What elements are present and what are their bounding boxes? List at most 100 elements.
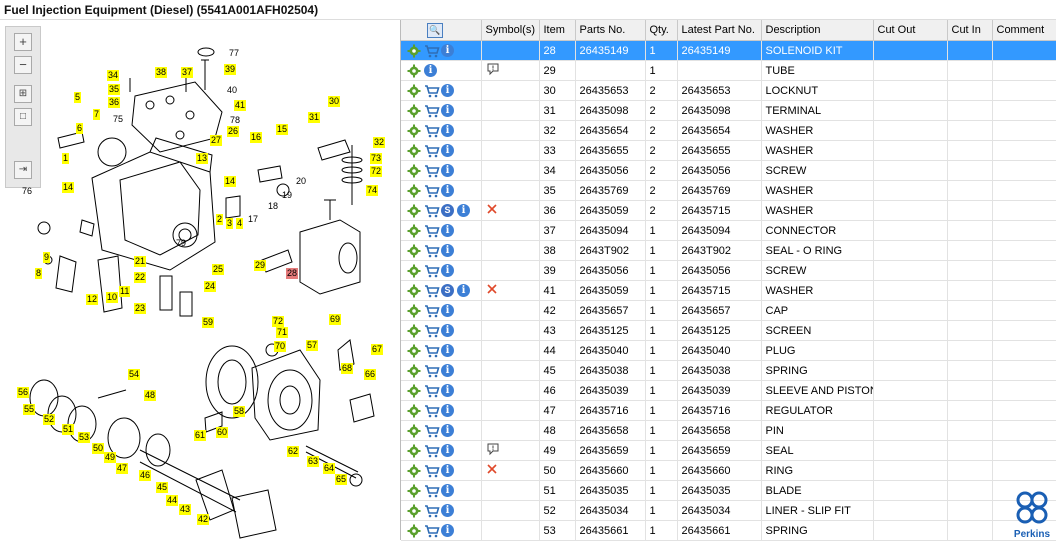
gear-icon[interactable] <box>407 464 421 478</box>
table-row[interactable]: i 34 26435056 2 26435056 SCREW <box>401 160 1056 181</box>
gear-icon[interactable] <box>407 324 421 338</box>
cart-icon[interactable] <box>424 484 440 498</box>
info-icon[interactable]: i <box>441 324 454 337</box>
callout-16[interactable]: 16 <box>250 132 263 143</box>
col-qty[interactable]: Qty. <box>645 20 678 41</box>
cart-icon[interactable] <box>424 344 440 358</box>
col-comment[interactable]: Comment <box>992 20 1056 41</box>
gear-icon[interactable] <box>407 444 421 458</box>
gear-icon[interactable] <box>407 384 421 398</box>
cart-icon[interactable] <box>424 224 440 238</box>
callout-27[interactable]: 27 <box>210 135 223 146</box>
callout-37[interactable]: 37 <box>181 67 194 78</box>
table-row[interactable]: i 47 26435716 1 26435716 REGULATOR <box>401 400 1056 421</box>
cart-icon[interactable] <box>424 364 440 378</box>
table-row[interactable]: i 52 26435034 1 26435034 LINER - SLIP FIT <box>401 500 1056 521</box>
table-row[interactable]: i 28 26435149 1 26435149 SOLENOID KIT <box>401 40 1056 61</box>
cart-icon[interactable] <box>424 284 440 298</box>
callout-57[interactable]: 57 <box>306 340 319 351</box>
gear-icon[interactable] <box>407 424 421 438</box>
col-parts-no[interactable]: Parts No. <box>575 20 646 41</box>
info-icon[interactable]: i <box>457 204 470 217</box>
callout-14[interactable]: 14 <box>62 182 75 193</box>
info-icon[interactable]: i <box>441 164 454 177</box>
callout-13[interactable]: 13 <box>196 153 209 164</box>
cart-icon[interactable] <box>424 404 440 418</box>
cart-icon[interactable] <box>424 444 440 458</box>
gear-icon[interactable] <box>407 124 421 138</box>
info-icon[interactable]: i <box>441 524 454 537</box>
callout-30[interactable]: 30 <box>328 96 341 107</box>
callout-63[interactable]: 63 <box>307 456 320 467</box>
zoom-out-button[interactable]: − <box>14 56 32 74</box>
col-cut-out[interactable]: Cut Out <box>873 20 948 41</box>
gear-icon[interactable] <box>407 144 421 158</box>
callout-48[interactable]: 48 <box>144 390 157 401</box>
gear-icon[interactable] <box>407 244 421 258</box>
col-actions[interactable]: 🔍 <box>401 20 482 41</box>
info-icon[interactable]: i <box>441 484 454 497</box>
callout-10[interactable]: 10 <box>106 292 119 303</box>
callout-4[interactable]: 4 <box>236 218 244 229</box>
callout-5[interactable]: 5 <box>74 92 82 103</box>
zoom-in-button[interactable]: + <box>14 33 32 51</box>
callout-41[interactable]: 41 <box>234 100 247 111</box>
info-icon[interactable]: i <box>441 304 454 317</box>
collapse-panel-icon[interactable]: ⇥ <box>14 161 32 179</box>
cart-icon[interactable] <box>424 144 440 158</box>
gear-icon[interactable] <box>407 504 421 518</box>
table-row[interactable]: i 39 26435056 1 26435056 SCREW <box>401 260 1056 281</box>
callout-50[interactable]: 50 <box>92 443 105 454</box>
info-icon[interactable]: i <box>441 244 454 257</box>
info-icon[interactable]: i <box>457 284 470 297</box>
callout-29[interactable]: 29 <box>254 260 267 271</box>
gear-icon[interactable] <box>407 204 421 218</box>
info-icon[interactable]: i <box>441 464 454 477</box>
info-icon[interactable]: i <box>424 64 437 77</box>
callout-14[interactable]: 14 <box>224 176 237 187</box>
gear-icon[interactable] <box>407 304 421 318</box>
gear-icon[interactable] <box>407 44 421 58</box>
callout-60[interactable]: 60 <box>216 427 229 438</box>
gear-icon[interactable] <box>407 264 421 278</box>
gear-icon[interactable] <box>407 344 421 358</box>
callout-69[interactable]: 69 <box>329 314 342 325</box>
callout-66[interactable]: 66 <box>364 369 377 380</box>
callout-53[interactable]: 53 <box>78 432 91 443</box>
info-icon[interactable]: i <box>441 224 454 237</box>
callout-65[interactable]: 65 <box>335 474 348 485</box>
table-row[interactable]: i 38 2643T902 1 2643T902 SEAL - O RING <box>401 240 1056 261</box>
cart-icon[interactable] <box>424 104 440 118</box>
table-row[interactable]: i 51 26435035 1 26435035 BLADE <box>401 480 1056 501</box>
callout-46[interactable]: 46 <box>139 470 152 481</box>
table-row[interactable]: i 44 26435040 1 26435040 PLUG <box>401 340 1056 361</box>
table-row[interactable]: i 43 26435125 1 26435125 SCREEN <box>401 320 1056 341</box>
callout-54[interactable]: 54 <box>128 369 141 380</box>
callout-2[interactable]: 2 <box>216 214 224 225</box>
gear-icon[interactable] <box>407 524 421 538</box>
table-row[interactable]: i 45 26435038 1 26435038 SPRING <box>401 360 1056 381</box>
callout-9[interactable]: 9 <box>43 252 51 263</box>
supersession-icon[interactable]: S <box>441 284 454 297</box>
callout-45[interactable]: 45 <box>156 482 169 493</box>
info-icon[interactable]: i <box>441 144 454 157</box>
callout-36[interactable]: 36 <box>108 97 121 108</box>
callout-1[interactable]: 1 <box>62 153 70 164</box>
gear-icon[interactable] <box>407 104 421 118</box>
callout-49[interactable]: 49 <box>104 452 117 463</box>
info-icon[interactable]: i <box>441 504 454 517</box>
callout-26[interactable]: 26 <box>227 126 240 137</box>
callout-70[interactable]: 70 <box>274 341 287 352</box>
table-row[interactable]: i 31 26435098 2 26435098 TERMINAL <box>401 100 1056 121</box>
callout-8[interactable]: 8 <box>35 268 43 279</box>
cart-icon[interactable] <box>424 384 440 398</box>
callout-71[interactable]: 71 <box>276 327 289 338</box>
callout-72[interactable]: 72 <box>370 166 383 177</box>
callout-12[interactable]: 12 <box>86 294 99 305</box>
col-item[interactable]: Item <box>539 20 576 41</box>
table-row[interactable]: i 37 26435094 1 26435094 CONNECTOR <box>401 220 1056 241</box>
info-icon[interactable]: i <box>441 44 454 57</box>
cart-icon[interactable] <box>424 464 440 478</box>
callout-55[interactable]: 55 <box>23 404 36 415</box>
callout-21[interactable]: 21 <box>134 256 147 267</box>
